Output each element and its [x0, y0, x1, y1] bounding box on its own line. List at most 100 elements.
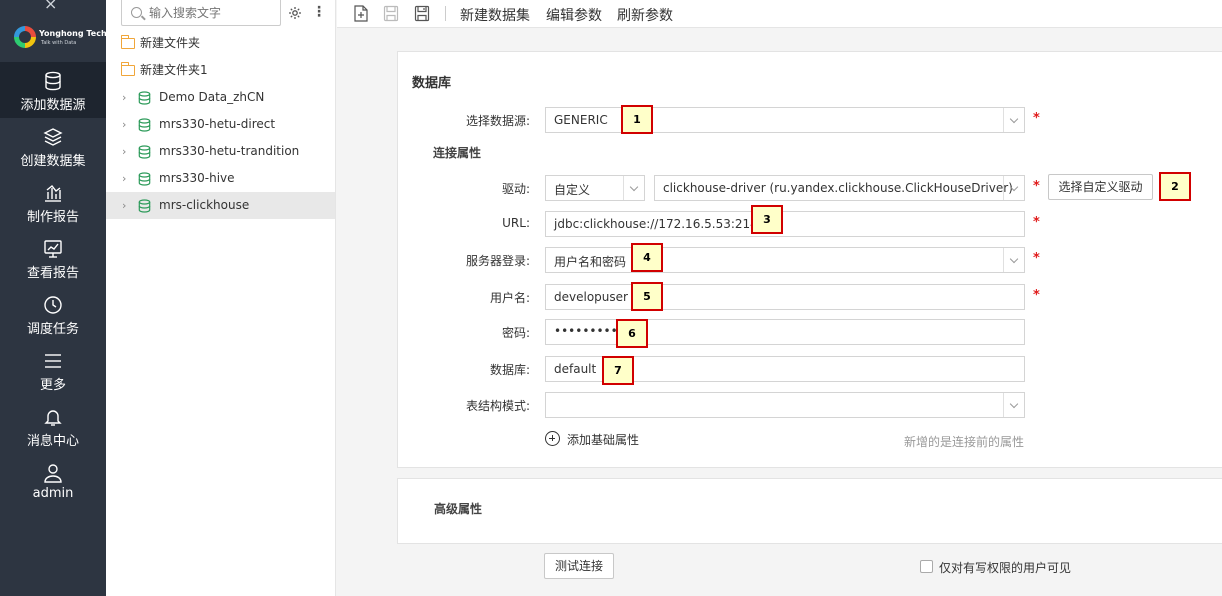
search-input[interactable] — [149, 4, 274, 22]
url-input[interactable]: jdbc:clickhouse://172.16.5.53:21421 — [545, 211, 1025, 237]
chevron-down-icon[interactable] — [1003, 176, 1024, 200]
nav-label: 调度任务 — [26, 322, 79, 337]
datasource-tree-panel: ⋮ 新建文件夹 新建文件夹1 › Demo Data_zhCN › mrs330… — [106, 0, 336, 596]
tree-datasource[interactable]: › mrs330-hive — [106, 165, 335, 192]
datasource-label: 选择数据源: — [465, 114, 530, 128]
tree-item-label: mrs330-hive — [159, 171, 235, 185]
folder-icon — [121, 62, 135, 76]
server-login-label: 服务器登录: — [465, 254, 530, 268]
nav-label: 更多 — [39, 378, 66, 393]
new-file-icon[interactable] — [353, 5, 369, 22]
username-input[interactable]: developuser — [545, 284, 1025, 310]
schema-select[interactable] — [545, 392, 1025, 418]
chevron-right-icon[interactable]: › — [122, 192, 126, 219]
password-label: 密码: — [501, 326, 530, 340]
nav-label: 制作报告 — [26, 210, 79, 225]
toolbar: 新建数据集 编辑参数 刷新参数 — [337, 0, 1222, 28]
datasource-icon — [138, 145, 151, 159]
chevron-down-icon[interactable] — [1003, 248, 1024, 272]
new-dataset-button[interactable]: 新建数据集 — [460, 5, 530, 25]
nav-label: 消息中心 — [26, 434, 79, 449]
driver-label: 驱动: — [501, 182, 530, 196]
driver-type-select[interactable]: 自定义 — [545, 175, 645, 201]
annotation-badge: 6 — [616, 319, 648, 348]
nav-item-make-report[interactable]: 制作报告 — [0, 174, 106, 230]
nav-item-more[interactable]: 更多 — [0, 342, 106, 398]
bell-icon — [44, 410, 62, 426]
tree-item-label: Demo Data_zhCN — [159, 90, 265, 104]
annotation-badge: 1 — [621, 105, 653, 134]
tree-folder[interactable]: 新建文件夹1 — [106, 57, 335, 84]
annotation-badge: 2 — [1159, 172, 1191, 201]
gear-icon[interactable] — [288, 6, 302, 20]
connection-props-title: 连接属性 — [433, 146, 482, 160]
refresh-params-button[interactable]: 刷新参数 — [617, 5, 673, 25]
chevron-down-icon[interactable] — [1003, 108, 1024, 132]
add-prop-hint: 新增的是连接前的属性 — [904, 435, 1025, 449]
annotation-badge: 4 — [631, 243, 663, 272]
nav-item-admin[interactable]: admin — [0, 454, 106, 510]
tree-datasource[interactable]: › Demo Data_zhCN — [106, 84, 335, 111]
username-label: 用户名: — [489, 291, 530, 305]
more-options-icon[interactable]: ⋮ — [312, 4, 326, 20]
chevron-right-icon[interactable]: › — [122, 165, 126, 192]
menu-icon — [45, 354, 61, 368]
section-title: 数据库 — [412, 76, 452, 91]
required-mark: * — [1033, 288, 1040, 303]
visibility-checkbox[interactable] — [920, 560, 933, 573]
tree-datasource[interactable]: › mrs330-hetu-direct — [106, 111, 335, 138]
logo-tagline: Talk with Data — [41, 40, 77, 46]
tree-item-label: 新建文件夹1 — [140, 63, 208, 77]
add-basic-prop-label: 添加基础属性 — [567, 433, 640, 447]
datasource-icon — [138, 172, 151, 186]
url-value: jdbc:clickhouse://172.16.5.53:21421 — [554, 217, 774, 231]
username-value: developuser — [554, 290, 628, 304]
datasource-value: GENERIC — [554, 113, 608, 127]
tree-datasource-selected[interactable]: › mrs-clickhouse — [106, 192, 335, 219]
tree-datasource[interactable]: › mrs330-hetu-trandition — [106, 138, 335, 165]
tree-folder[interactable]: 新建文件夹 — [106, 30, 335, 57]
nav-item-schedule-task[interactable]: 调度任务 — [0, 286, 106, 342]
nav-item-view-report[interactable]: 查看报告 — [0, 230, 106, 286]
required-mark: * — [1033, 179, 1040, 194]
chevron-down-icon[interactable] — [623, 176, 644, 200]
search-box[interactable] — [121, 0, 281, 26]
custom-driver-button[interactable]: 选择自定义驱动 — [1048, 174, 1153, 200]
save-as-icon[interactable] — [414, 5, 430, 22]
add-basic-prop-button[interactable]: 添加基础属性 — [545, 430, 665, 448]
advanced-props-title[interactable]: 高级属性 — [434, 500, 482, 517]
datasource-icon — [138, 91, 151, 105]
left-nav: × Yonghong Tech Talk with Data 添加数据源 创建数… — [0, 0, 107, 596]
url-label: URL: — [502, 216, 530, 230]
nav-label: admin — [32, 486, 74, 501]
required-mark: * — [1033, 251, 1040, 266]
nav-item-create-dataset[interactable]: 创建数据集 — [0, 118, 106, 174]
search-icon — [131, 7, 142, 18]
nav-item-add-datasource[interactable]: 添加数据源 — [0, 62, 106, 118]
driver-value: clickhouse-driver (ru.yandex.clickhouse.… — [663, 181, 1013, 195]
chevron-right-icon[interactable]: › — [122, 138, 126, 165]
chevron-right-icon[interactable]: › — [122, 111, 126, 138]
add-circle-icon — [545, 431, 560, 446]
chevron-down-icon[interactable] — [1003, 393, 1024, 417]
close-icon[interactable]: × — [44, 0, 57, 13]
test-connection-button[interactable]: 测试连接 — [544, 553, 614, 579]
visibility-label: 仅对有写权限的用户可见 — [939, 561, 1072, 575]
advanced-props-card: 高级属性 — [397, 478, 1222, 544]
tree-item-label: mrs330-hetu-direct — [159, 117, 276, 131]
driver-select[interactable]: clickhouse-driver (ru.yandex.clickhouse.… — [654, 175, 1025, 201]
datasource-select[interactable]: GENERIC — [545, 107, 1025, 133]
server-login-select[interactable]: 用户名和密码 — [545, 247, 1025, 273]
annotation-badge: 7 — [602, 356, 634, 385]
datasource-icon — [138, 199, 151, 213]
database-value: default — [554, 362, 597, 376]
tree-item-label: mrs-clickhouse — [159, 198, 250, 212]
required-mark: * — [1033, 215, 1040, 230]
edit-params-button[interactable]: 编辑参数 — [546, 5, 602, 25]
layers-icon — [43, 128, 63, 146]
nav-item-message-center[interactable]: 消息中心 — [0, 398, 106, 454]
database-icon — [45, 71, 61, 91]
chevron-right-icon[interactable]: › — [122, 84, 126, 111]
datasource-icon — [138, 118, 151, 132]
main-content: 数据库 连接属性 选择数据源: GENERIC * 驱动: 自定义 clickh… — [337, 29, 1222, 596]
